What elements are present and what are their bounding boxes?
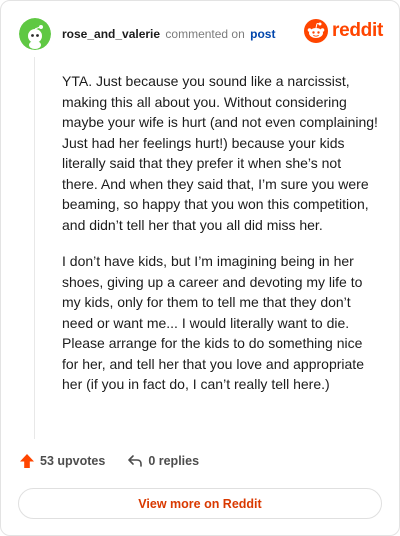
reply-button[interactable]: 0 replies (127, 453, 199, 469)
comment-embed-card: rose_and_valerie commented on post reddi… (0, 0, 400, 536)
comment-paragraph: I don’t have kids, but I’m imagining bei… (62, 253, 364, 392)
reddit-brand[interactable]: reddit (304, 19, 383, 43)
reply-count: 0 replies (148, 454, 200, 468)
comment-paragraph: YTA. Just because you sound like a narci… (62, 73, 378, 233)
snoo-avatar-icon (19, 18, 51, 50)
reddit-wordmark: reddit (332, 20, 383, 41)
upvote-button[interactable]: 53 upvotes (19, 453, 105, 469)
thread-line (34, 57, 35, 439)
upvote-arrow-icon (20, 454, 34, 468)
view-more-button[interactable]: View more on Reddit (18, 488, 382, 519)
commented-on-text: commented on (165, 27, 245, 41)
reddit-logo-icon (304, 19, 329, 43)
post-link[interactable]: post (250, 27, 275, 41)
avatar[interactable] (19, 18, 51, 50)
comment-body: YTA. Just because you sound like a narci… (62, 71, 378, 411)
reply-arrow-icon (128, 455, 143, 467)
upvote-count: 53 upvotes (40, 454, 106, 468)
username[interactable]: rose_and_valerie (62, 27, 160, 41)
comment-meta: rose_and_valerie commented on post (62, 27, 275, 41)
comment-actions: 53 upvotes 0 replies (19, 453, 221, 469)
